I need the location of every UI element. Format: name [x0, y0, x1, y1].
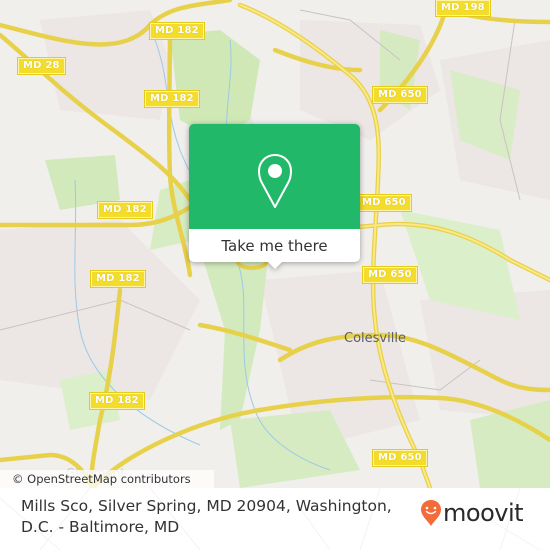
take-me-there-button[interactable]: Take me there: [189, 229, 360, 262]
location-popup: Take me there: [189, 124, 360, 269]
popup-header: [189, 124, 360, 229]
road-label-md-182: MD 182: [149, 22, 205, 40]
road-label-md-182: MD 182: [144, 90, 200, 108]
road-label-md-182: MD 182: [89, 392, 145, 410]
footer: Mills Sco, Silver Spring, MD 20904, Wash…: [0, 488, 550, 550]
place-label-colesville: Colesville: [344, 331, 406, 346]
road-label-md-650: MD 650: [356, 194, 412, 212]
moovit-logo[interactable]: moovit: [420, 499, 524, 527]
road-label-md-198: MD 198: [435, 0, 491, 17]
moovit-wordmark: moovit: [443, 499, 524, 527]
map-view[interactable]: MD 182 MD 28 MD 182 MD 198 MD 650 MD 650…: [0, 0, 550, 488]
road-label-md-182: MD 182: [97, 201, 153, 219]
popup-pointer: [267, 261, 283, 269]
road-label-md-182: MD 182: [90, 270, 146, 288]
map-attribution[interactable]: © OpenStreetMap contributors: [0, 470, 214, 488]
road-label-md-650: MD 650: [362, 266, 418, 284]
road-label-md-650: MD 650: [372, 86, 428, 104]
map-pin-icon: [258, 154, 292, 208]
road-label-md-650: MD 650: [372, 449, 428, 467]
take-me-there-label: Take me there: [221, 236, 328, 255]
moovit-smile-pin-icon: [421, 500, 441, 526]
address-text: Mills Sco, Silver Spring, MD 20904, Wash…: [21, 497, 392, 536]
road-label-md-28: MD 28: [17, 57, 66, 75]
